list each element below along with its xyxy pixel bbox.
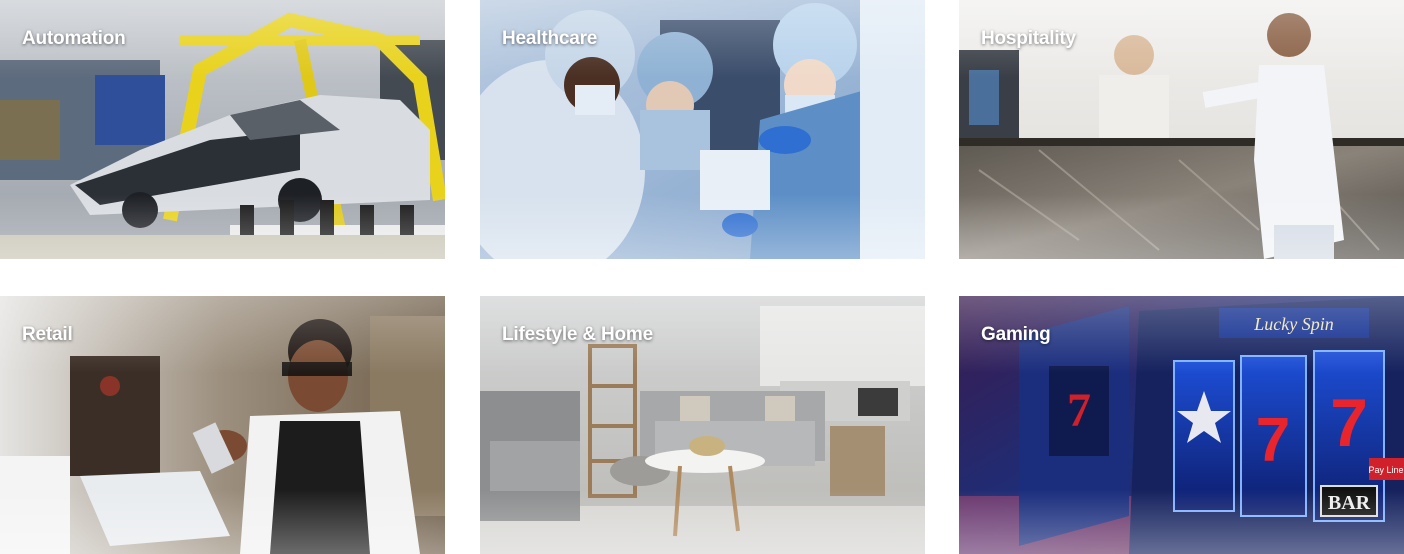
machine-title-text: Lucky Spin — [1253, 314, 1333, 334]
tile-label-automation: Automation — [22, 28, 126, 49]
tile-retail[interactable]: Retail — [0, 296, 445, 554]
industry-tile-grid: Automation Healthcare Hospitality Retail… — [0, 0, 1404, 554]
tile-hospitality[interactable]: Hospitality — [959, 0, 1404, 259]
tile-lifestyle-home[interactable]: Lifestyle & Home — [480, 296, 925, 554]
tile-label-healthcare: Healthcare — [502, 28, 598, 49]
middle-reel-seven-text: 7 — [1256, 406, 1290, 475]
tile-label-retail: Retail — [22, 324, 73, 345]
left-machine-seven-text: 7 — [1067, 384, 1091, 437]
tile-gaming[interactable]: 7 Lucky Spin 7 7 BAR Pay Line Gaming — [959, 296, 1404, 554]
pay-line-tag-text: Pay Line — [1368, 465, 1403, 475]
right-reel-seven-text: 7 — [1330, 385, 1368, 461]
bar-symbol-text: BAR — [1328, 492, 1371, 514]
tile-label-lifestyle-home: Lifestyle & Home — [502, 324, 653, 345]
tile-healthcare[interactable]: Healthcare — [480, 0, 925, 259]
tile-automation[interactable]: Automation — [0, 0, 445, 259]
tile-label-hospitality: Hospitality — [981, 28, 1076, 49]
tile-label-gaming: Gaming — [981, 324, 1051, 345]
